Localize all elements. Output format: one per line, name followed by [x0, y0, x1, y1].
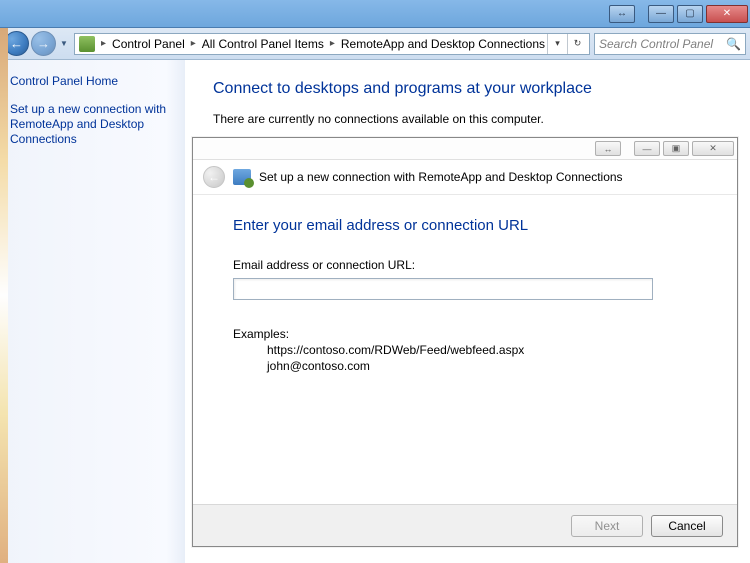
example-email: john@contoso.com — [233, 358, 697, 374]
example-url: https://contoso.com/RDWeb/Feed/webfeed.a… — [233, 342, 697, 358]
refresh-button[interactable]: ↻ — [567, 34, 587, 54]
dialog-titlebar: ↔ — ▣ ✕ — [193, 138, 737, 160]
minimize-button[interactable]: — — [648, 5, 674, 23]
search-input[interactable]: Search Control Panel 🔍 — [594, 33, 746, 55]
setup-connection-link[interactable]: Set up a new connection with RemoteApp a… — [10, 102, 175, 147]
dialog-maximize-button[interactable]: ▣ — [663, 141, 689, 156]
dialog-title: Enter your email address or connection U… — [233, 217, 697, 234]
search-placeholder: Search Control Panel — [599, 37, 713, 51]
page-text: There are currently no connections avail… — [213, 112, 722, 126]
dialog-body: Enter your email address or connection U… — [193, 195, 737, 504]
close-button[interactable]: ✕ — [706, 5, 748, 23]
dialog-footer: Next Cancel — [193, 504, 737, 546]
page-title: Connect to desktops and programs at your… — [213, 80, 722, 98]
maximize-button[interactable]: ▢ — [677, 5, 703, 23]
breadcrumb-item[interactable]: All Control Panel Items — [200, 37, 326, 51]
dialog-minimize-button[interactable]: — — [634, 141, 660, 156]
nav-back-button[interactable]: ← — [4, 31, 29, 56]
nav-forward-button[interactable]: → — [31, 31, 56, 56]
next-button[interactable]: Next — [571, 515, 643, 537]
address-bar: ← → ▼ ▸ Control Panel ▸ All Control Pane… — [0, 28, 750, 60]
control-panel-home-link[interactable]: Control Panel Home — [10, 74, 175, 88]
breadcrumb-dropdown[interactable]: ▾ — [547, 34, 567, 54]
examples-label: Examples: — [233, 326, 697, 342]
nav-history-dropdown[interactable]: ▼ — [58, 39, 70, 48]
search-icon: 🔍 — [726, 37, 741, 51]
dialog-header-text: Set up a new connection with RemoteApp a… — [259, 170, 623, 184]
breadcrumb-item[interactable]: Control Panel — [110, 37, 187, 51]
connection-url-input[interactable] — [233, 278, 653, 300]
breadcrumb[interactable]: ▸ Control Panel ▸ All Control Panel Item… — [74, 33, 590, 55]
expand-button[interactable]: ↔ — [609, 5, 635, 23]
dialog-back-button[interactable]: ← — [203, 166, 225, 188]
dialog-header: ← Set up a new connection with RemoteApp… — [193, 160, 737, 195]
breadcrumb-separator: ▸ — [187, 38, 200, 49]
control-panel-icon — [79, 36, 95, 52]
sidebar: Control Panel Home Set up a new connecti… — [0, 60, 185, 563]
breadcrumb-item[interactable]: RemoteApp and Desktop Connections — [339, 37, 547, 51]
breadcrumb-separator: ▸ — [97, 38, 110, 49]
examples-block: Examples: https://contoso.com/RDWeb/Feed… — [233, 326, 697, 374]
window-titlebar: ↔ — ▢ ✕ — [0, 0, 750, 28]
setup-connection-dialog: ↔ — ▣ ✕ ← Set up a new connection with R… — [192, 137, 738, 547]
dialog-expand-button[interactable]: ↔ — [595, 141, 621, 156]
dialog-close-button[interactable]: ✕ — [692, 141, 734, 156]
remoteapp-icon — [233, 169, 251, 185]
connection-url-label: Email address or connection URL: — [233, 258, 697, 272]
cancel-button[interactable]: Cancel — [651, 515, 723, 537]
breadcrumb-separator: ▸ — [326, 38, 339, 49]
